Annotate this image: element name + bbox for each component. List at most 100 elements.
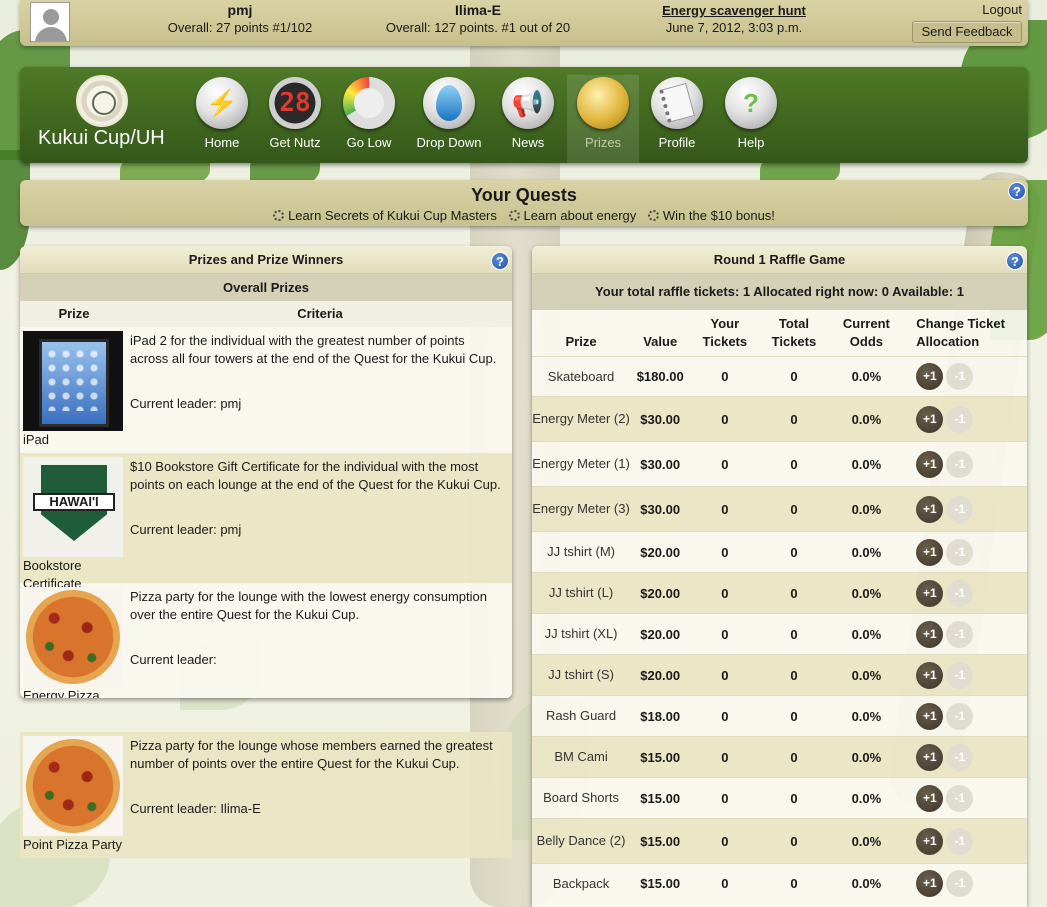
- add-ticket-button[interactable]: +1: [916, 495, 944, 523]
- pizza-image: [23, 587, 123, 687]
- team-name[interactable]: Ilima-E: [378, 2, 578, 19]
- nav-home[interactable]: ⚡ Home: [186, 75, 258, 163]
- remove-ticket-button[interactable]: -1: [946, 405, 974, 433]
- raffle-prize-value: $20.00: [630, 613, 691, 655]
- add-ticket-button[interactable]: +1: [916, 363, 944, 390]
- allocation-controls: +1 -1: [904, 531, 1027, 573]
- current-odds: 0.0%: [828, 441, 905, 487]
- add-ticket-button[interactable]: +1: [916, 405, 944, 433]
- nav-news-label: News: [511, 135, 545, 150]
- prize-row: Point Pizza Party Pizza party for the lo…: [20, 732, 512, 858]
- quest-item[interactable]: Win the $10 bonus!: [647, 208, 775, 223]
- raffle-prize-name: Belly Dance (2): [532, 818, 631, 864]
- remove-ticket-button[interactable]: -1: [946, 450, 974, 478]
- raffle-prize-value: $20.00: [630, 654, 691, 696]
- medal-icon: [577, 77, 629, 129]
- raffle-row: JJ tshirt (XL) $20.00 0 0 0.0% +1 -1: [532, 613, 1027, 655]
- raffle-ticket-summary: Your total raffle tickets: 1 Allocated r…: [532, 274, 1027, 310]
- remove-ticket-button[interactable]: -1: [946, 827, 974, 855]
- raffle-row: JJ tshirt (M) $20.00 0 0 0.0% +1 -1: [532, 531, 1027, 573]
- brand-title[interactable]: Kukui Cup/UH: [38, 127, 165, 150]
- gauge-icon: [343, 77, 395, 129]
- add-ticket-button[interactable]: +1: [916, 661, 944, 689]
- add-ticket-button[interactable]: +1: [916, 784, 944, 812]
- event-summary: Energy scavenger hunt June 7, 2012, 3:03…: [644, 2, 824, 36]
- logout-link[interactable]: Logout: [982, 2, 1022, 17]
- add-ticket-button[interactable]: +1: [916, 702, 944, 730]
- add-ticket-button[interactable]: +1: [916, 743, 944, 771]
- prize-leader: Current leader: Ilima-E: [130, 801, 261, 816]
- add-ticket-button[interactable]: +1: [916, 579, 944, 607]
- quests-help-icon[interactable]: ?: [1008, 182, 1026, 200]
- event-link[interactable]: Energy scavenger hunt: [644, 2, 824, 19]
- col-prize: Prize: [565, 334, 597, 349]
- current-odds: 0.0%: [828, 777, 905, 819]
- megaphone-icon: 📢: [502, 77, 554, 129]
- your-tickets: 0: [690, 396, 760, 442]
- raffle-help-icon[interactable]: ?: [1006, 252, 1024, 270]
- remove-ticket-button[interactable]: -1: [946, 784, 974, 812]
- raffle-prize-name: Energy Meter (2): [532, 396, 631, 442]
- quest-item[interactable]: Learn Secrets of Kukui Cup Masters: [273, 208, 497, 223]
- nav-get-nutz[interactable]: 28 Get Nutz: [259, 75, 331, 163]
- raffle-row: Backpack $15.00 0 0 0.0% +1 -1: [532, 863, 1027, 904]
- nav-go-low-label: Go Low: [346, 135, 392, 150]
- scoreboard-icon: 28: [269, 77, 321, 129]
- col-prize: Prize: [58, 306, 90, 321]
- raffle-row: Energy Meter (1) $30.00 0 0 0.0% +1 -1: [532, 441, 1027, 487]
- prizes-panel: Prizes and Prize Winners ? Overall Prize…: [20, 246, 512, 698]
- prize-leader: Current leader:: [130, 652, 217, 667]
- remove-ticket-button[interactable]: -1: [946, 870, 974, 898]
- allocation-controls: +1 -1: [904, 572, 1027, 614]
- total-tickets: 0: [759, 441, 829, 487]
- raffle-row: JJ tshirt (L) $20.00 0 0 0.0% +1 -1: [532, 572, 1027, 614]
- nav-drop-down[interactable]: Drop Down: [413, 75, 485, 163]
- current-odds: 0.0%: [828, 736, 905, 778]
- add-ticket-button[interactable]: +1: [916, 620, 944, 648]
- notebook-icon: [651, 77, 703, 129]
- send-feedback-button[interactable]: Send Feedback: [912, 21, 1022, 43]
- total-tickets: 0: [759, 356, 829, 397]
- remove-ticket-button[interactable]: -1: [946, 702, 974, 730]
- add-ticket-button[interactable]: +1: [916, 870, 944, 898]
- current-odds: 0.0%: [828, 486, 905, 532]
- avatar[interactable]: [30, 2, 70, 42]
- raffle-row: Skateboard $180.00 0 0 0.0% +1 -1: [532, 356, 1027, 397]
- total-tickets: 0: [759, 613, 829, 655]
- remove-ticket-button[interactable]: -1: [946, 743, 974, 771]
- remove-ticket-button[interactable]: -1: [946, 620, 974, 648]
- user-summary: pmj Overall: 27 points #1/102: [140, 2, 340, 36]
- remove-ticket-button[interactable]: -1: [946, 363, 974, 390]
- add-ticket-button[interactable]: +1: [916, 450, 944, 478]
- nav-get-nutz-label: Get Nutz: [269, 135, 321, 150]
- team-summary: Ilima-E Overall: 127 points. #1 out of 2…: [378, 2, 578, 36]
- remove-ticket-button[interactable]: -1: [946, 538, 974, 566]
- add-ticket-button[interactable]: +1: [916, 538, 944, 566]
- raffle-prize-name: JJ tshirt (L): [532, 572, 631, 614]
- question-icon: ?: [725, 77, 777, 129]
- allocation-controls: +1 -1: [904, 396, 1027, 442]
- nav-news[interactable]: 📢 News: [492, 75, 564, 163]
- ipad-image: [23, 331, 123, 431]
- quest-item[interactable]: Learn about energy: [508, 208, 636, 223]
- current-odds: 0.0%: [828, 818, 905, 864]
- remove-ticket-button[interactable]: -1: [946, 661, 974, 689]
- prizes-help-icon[interactable]: ?: [491, 252, 509, 270]
- remove-ticket-button[interactable]: -1: [946, 495, 974, 523]
- nav-profile[interactable]: Profile: [641, 75, 713, 163]
- prize-name: iPad: [23, 432, 50, 447]
- nav-help[interactable]: ? Help: [715, 75, 787, 163]
- total-tickets: 0: [759, 486, 829, 532]
- your-tickets: 0: [690, 613, 760, 655]
- nav-go-low[interactable]: Go Low: [333, 75, 405, 163]
- raffle-prize-value: $30.00: [630, 486, 691, 532]
- add-ticket-button[interactable]: +1: [916, 827, 944, 855]
- nav-prizes[interactable]: Prizes: [567, 75, 639, 163]
- total-tickets: 0: [759, 695, 829, 737]
- university-seal-logo[interactable]: [76, 75, 128, 127]
- allocation-controls: +1 -1: [904, 613, 1027, 655]
- raffle-table-header: Prize Value Your Tickets Total Tickets C…: [532, 310, 1027, 357]
- remove-ticket-button[interactable]: -1: [946, 579, 974, 607]
- user-name[interactable]: pmj: [140, 2, 340, 19]
- raffle-prize-value: $30.00: [630, 396, 691, 442]
